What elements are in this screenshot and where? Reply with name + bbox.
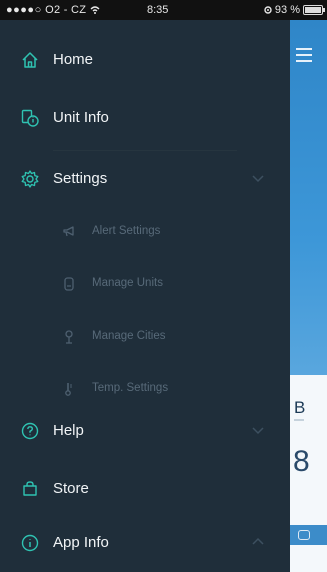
chat-icon [298, 530, 310, 540]
menu-divider [53, 150, 237, 151]
chevron-down-icon[interactable] [252, 425, 264, 435]
card-value-partial: 8 [293, 445, 310, 478]
card-subtitle-partial [294, 419, 304, 421]
menu-label-settings: Settings [53, 170, 108, 187]
weather-card[interactable]: B 8 [290, 375, 327, 572]
menu-item-app-info[interactable]: App Info [0, 523, 290, 563]
menu-label-store: Store [53, 480, 89, 497]
menu-item-settings[interactable]: Settings [0, 159, 290, 199]
main-content-peek[interactable]: B 8 [290, 20, 327, 572]
battery-icon [303, 5, 325, 15]
menu-item-unit-info[interactable]: Unit Info [0, 98, 290, 138]
megaphone-icon [63, 226, 74, 237]
unit-info-icon [21, 109, 39, 127]
card-title-partial: B [294, 398, 306, 417]
hamburger-menu-icon[interactable] [296, 48, 312, 62]
location-icon [264, 6, 272, 14]
thermometer-icon [65, 383, 72, 396]
submenu-item-temp-settings[interactable]: Temp. Settings [0, 369, 290, 409]
carrier-info: ●●●●○ O2 - CZ [6, 4, 100, 16]
submenu-label-manage-cities: Manage Cities [92, 330, 166, 342]
status-bar: ●●●●○ O2 - CZ 8:35 93 % [0, 0, 327, 20]
side-drawer: Home Unit Info Settings Alert Settings M… [0, 20, 290, 572]
menu-label-unit-info: Unit Info [53, 109, 109, 126]
chevron-down-icon[interactable] [252, 173, 264, 183]
menu-label-home: Home [53, 51, 94, 68]
submenu-label-temp-settings: Temp. Settings [92, 382, 169, 394]
wifi-icon [90, 6, 100, 14]
home-icon [22, 52, 38, 68]
submenu-label-alert-settings: Alert Settings [92, 225, 161, 237]
menu-item-home[interactable]: Home [0, 40, 290, 80]
help-icon [21, 422, 39, 440]
menu-item-store[interactable]: Store [0, 469, 290, 509]
clock: 8:35 [147, 4, 169, 16]
gear-icon [21, 170, 39, 188]
submenu-item-alert-settings[interactable]: Alert Settings [0, 212, 290, 252]
card-action-bar[interactable] [290, 525, 327, 545]
menu-label-help: Help [53, 422, 84, 439]
carrier-name: O2 - CZ [45, 4, 87, 16]
submenu-item-manage-cities[interactable]: Manage Cities [0, 317, 290, 357]
submenu-label-manage-units: Manage Units [92, 277, 163, 289]
info-icon [21, 534, 39, 552]
shopping-bag-icon [23, 481, 37, 496]
menu-item-help[interactable]: Help [0, 411, 290, 451]
submenu-item-manage-units[interactable]: Manage Units [0, 264, 290, 304]
battery-percent: 93 % [274, 4, 300, 16]
chevron-up-icon[interactable] [252, 537, 264, 547]
menu-label-app-info: App Info [53, 534, 109, 551]
location-pin-icon [65, 330, 73, 344]
device-icon [64, 277, 74, 291]
signal-strength-icon: ●●●●○ [6, 4, 42, 16]
battery-status: 93 % [264, 4, 325, 16]
